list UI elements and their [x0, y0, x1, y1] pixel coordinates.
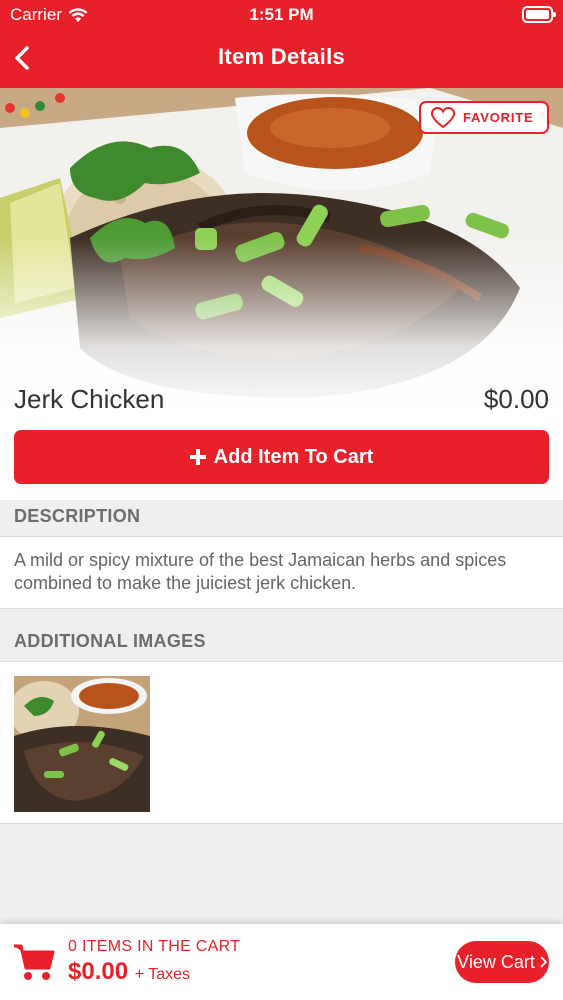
hero-gradient: [0, 88, 563, 420]
battery-icon: [522, 6, 556, 23]
description-text: A mild or spicy mixture of the best Jama…: [14, 550, 507, 593]
additional-image-thumbnail[interactable]: [14, 676, 150, 812]
additional-images-panel: [0, 661, 563, 824]
favorite-label: FAVORITE: [463, 110, 534, 125]
status-time: 1:51 PM: [249, 5, 314, 24]
page-title: Item Details: [217, 44, 346, 69]
cart-summary-bar: 0 ITEMS IN THE CART $0.00 + Taxes View C…: [0, 924, 563, 1000]
description-panel: A mild or spicy mixture of the best Jama…: [0, 536, 563, 609]
add-to-cart-button[interactable]: Add Item To Cart: [14, 430, 549, 484]
add-to-cart-label: Add Item To Cart: [213, 445, 374, 468]
cart-total-amount: $0.00: [68, 958, 129, 985]
cart-taxes-label: + Taxes: [134, 966, 191, 983]
item-header: Jerk Chicken $0.00: [14, 382, 549, 418]
item-name: Jerk Chicken: [14, 384, 165, 414]
additional-images-heading: ADDITIONAL IMAGES: [14, 631, 206, 651]
view-cart-button[interactable]: View Cart: [455, 941, 549, 983]
item-price: $0.00: [483, 384, 549, 414]
status-bar: Carrier 1:51 PM: [0, 0, 563, 30]
description-heading: DESCRIPTION: [14, 506, 141, 526]
food-thumbnail: [14, 676, 150, 812]
view-cart-label: View Cart: [457, 951, 535, 972]
shopping-cart-icon: [14, 944, 55, 980]
cart-total: $0.00 + Taxes: [68, 958, 190, 986]
chevron-right-icon: [540, 956, 547, 968]
heart-icon: [431, 106, 455, 128]
favorite-button[interactable]: FAVORITE: [419, 101, 549, 134]
top-bar: Carrier 1:51 PM Item Details: [0, 0, 563, 88]
plus-icon: [189, 449, 206, 465]
item-hero-image: [0, 88, 563, 420]
cart-item-count: 0 ITEMS IN THE CART: [68, 938, 241, 955]
